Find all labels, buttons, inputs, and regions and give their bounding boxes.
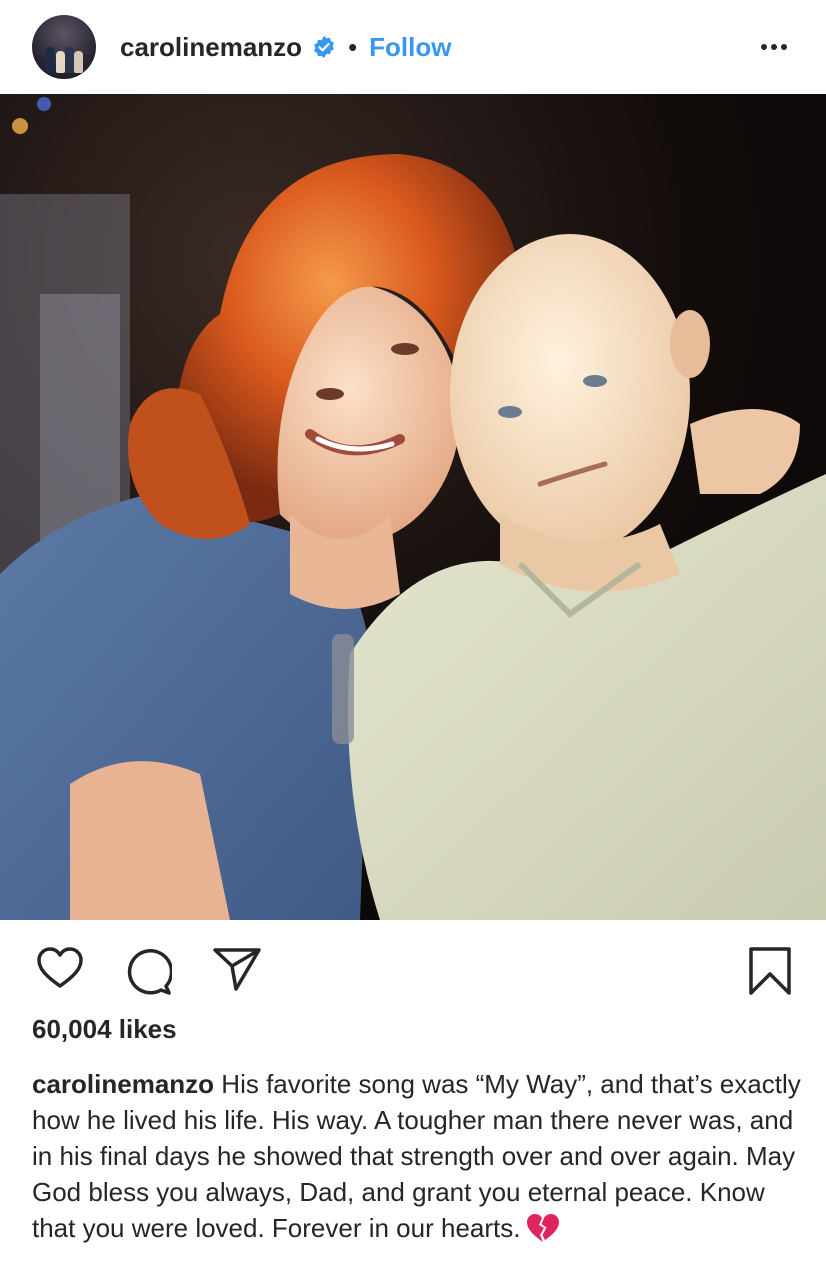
avatar[interactable] <box>32 15 96 79</box>
action-bar <box>0 920 826 1024</box>
comment-icon[interactable] <box>122 946 172 996</box>
caption-username[interactable]: carolinemanzo <box>32 1069 214 1099</box>
verified-badge-icon <box>314 36 334 58</box>
separator-dot: • <box>348 31 358 62</box>
share-icon[interactable] <box>212 946 262 992</box>
post-username[interactable]: carolinemanzo <box>120 32 302 63</box>
post-image <box>0 94 826 920</box>
post-photo[interactable] <box>0 94 826 920</box>
avatar-figure <box>74 51 83 73</box>
post-header: carolinemanzo • Follow <box>0 0 826 94</box>
bookmark-icon[interactable] <box>748 946 792 996</box>
follow-button[interactable]: Follow <box>369 32 451 63</box>
more-options-icon[interactable] <box>754 37 794 57</box>
heart-icon[interactable] <box>36 946 84 990</box>
post-caption: carolinemanzo His favorite song was “My … <box>32 1066 802 1246</box>
avatar-figure <box>46 47 55 73</box>
avatar-figure <box>65 47 74 73</box>
likes-count[interactable]: 60,004 likes <box>32 1014 177 1045</box>
avatar-figure <box>56 51 65 73</box>
broken-heart-emoji <box>527 1214 560 1242</box>
